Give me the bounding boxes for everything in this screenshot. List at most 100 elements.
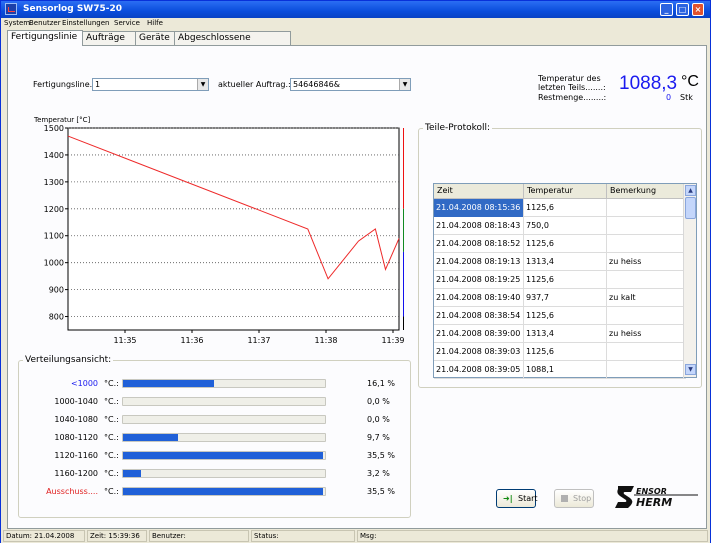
distribution-percent: 0,0 % (367, 415, 390, 424)
table-row[interactable]: 21.04.2008 08:38:54 1125,6 (434, 307, 686, 325)
start-button-label: Start (518, 494, 538, 503)
cell-bemerkung (607, 271, 684, 289)
start-arrow-icon: ➜| (503, 494, 513, 503)
tolerance-band-segment (403, 316, 404, 330)
minimize-icon[interactable]: _ (660, 3, 673, 16)
col-header-zeit[interactable]: Zeit (434, 184, 524, 199)
distribution-unit: °C.: (104, 433, 119, 442)
distribution-range: <1000 (70, 379, 98, 388)
tab-fertigungslinie[interactable]: Fertigungslinie (7, 30, 83, 46)
cell-bemerkung (607, 361, 684, 379)
distribution-unit: °C.: (104, 379, 119, 388)
distribution-range: Ausschuss.... (46, 487, 98, 496)
distribution-range: 1000-1040 (54, 397, 98, 406)
distribution-unit: °C.: (104, 451, 119, 460)
cell-temperatur: 750,0 (524, 217, 607, 235)
application-window: Sensorlog SW75-20 _ □ × System Benutzer … (0, 0, 711, 543)
x-tick-label: 11:38 (314, 336, 337, 345)
cell-temperatur: 937,7 (524, 289, 607, 307)
col-header-bemerkung[interactable]: Bemerkung (607, 184, 684, 199)
x-tick-label: 11:39 (381, 336, 404, 345)
cell-bemerkung: zu heiss (607, 325, 684, 343)
distribution-percent: 0,0 % (367, 397, 390, 406)
table-row[interactable]: 21.04.2008 08:18:52 1125,6 (434, 235, 686, 253)
menu-service[interactable]: Service (114, 19, 140, 27)
distribution-row: 1000-1040 °C.: 0,0 % (12, 395, 392, 409)
table-row[interactable]: 21.04.2008 08:19:13 1313,4 zu heiss (434, 253, 686, 271)
distribution-bar-track (122, 469, 326, 478)
distribution-bar (123, 452, 323, 459)
cell-zeit: 21.04.2008 08:39:05 (434, 361, 524, 379)
cell-zeit: 21.04.2008 08:19:13 (434, 253, 524, 271)
order-select-value: 54646846& (293, 80, 340, 89)
cell-temperatur: 1125,6 (524, 235, 607, 253)
scroll-up-icon[interactable]: ▲ (685, 185, 696, 196)
temperature-chart: 1500 1400 1300 1200 1100 1000 900 800 11:35 11:36… (44, 124, 404, 345)
distribution-bar (123, 434, 178, 441)
y-tick-label: 900 (49, 286, 64, 295)
cell-zeit: 21.04.2008 08:38:54 (434, 307, 524, 325)
table-row[interactable]: 21.04.2008 08:39:00 1313,4 zu heiss (434, 325, 686, 343)
cell-zeit: 21.04.2008 08:19:25 (434, 271, 524, 289)
table-row[interactable]: 21.04.2008 08:15:36 1125,6 (434, 199, 686, 217)
menu-system[interactable]: System (4, 19, 30, 27)
distribution-bar-track (122, 415, 326, 424)
cell-bemerkung (607, 307, 684, 325)
tab-geraete[interactable]: Geräte (135, 31, 175, 45)
cell-zeit: 21.04.2008 08:15:36 (434, 199, 524, 217)
distribution-percent: 35,5 % (367, 487, 395, 496)
distribution-bar-track (122, 397, 326, 406)
last-part-temp-unit: °C (681, 73, 699, 90)
last-part-temp-value: 1088,3 (619, 73, 678, 94)
start-button[interactable]: ➜| Start (496, 489, 538, 508)
scroll-thumb[interactable] (685, 197, 696, 219)
stop-button[interactable]: Stop (554, 489, 594, 508)
distribution-bar (123, 380, 214, 387)
distribution-range: 1080-1120 (54, 433, 98, 442)
cell-zeit: 21.04.2008 08:19:40 (434, 289, 524, 307)
chevron-down-icon[interactable]: ▼ (197, 79, 208, 90)
table-row[interactable]: 21.04.2008 08:39:05 1088,1 (434, 361, 686, 379)
scroll-down-icon[interactable]: ▼ (685, 364, 696, 375)
distribution-unit: °C.: (104, 415, 119, 424)
table-row[interactable]: 21.04.2008 08:19:25 1125,6 (434, 271, 686, 289)
table-row[interactable]: 21.04.2008 08:19:40 937,7 zu kalt (434, 289, 686, 307)
menu-einstellungen[interactable]: Einstellungen (62, 19, 109, 27)
cell-bemerkung (607, 235, 684, 253)
svg-text:ENSOR: ENSOR (636, 487, 667, 496)
maximize-icon[interactable]: □ (676, 3, 689, 16)
plot-area (67, 127, 400, 331)
app-icon (5, 3, 17, 15)
parts-protocol-title: Teile-Protokoll: (423, 123, 493, 133)
distribution-unit: °C.: (104, 487, 119, 496)
vertical-scrollbar[interactable]: ▲ ▼ (683, 184, 696, 377)
y-tick-label: 1000 (44, 259, 64, 268)
y-tick-label: 1500 (44, 124, 64, 133)
distribution-bar-track (122, 379, 326, 388)
cell-temperatur: 1125,6 (524, 271, 607, 289)
table-row[interactable]: 21.04.2008 08:18:43 750,0 (434, 217, 686, 235)
distribution-unit: °C.: (104, 469, 119, 478)
tab-abgeschlossene-auftraege[interactable]: Abgeschlossene Aufträge (174, 31, 291, 56)
cell-bemerkung (607, 199, 684, 217)
distribution-bar-track (122, 433, 326, 442)
menu-benutzer[interactable]: Benutzer (29, 19, 61, 27)
sensortherm-logo: ENSOR HERM (615, 486, 698, 509)
title-bar[interactable]: Sensorlog SW75-20 _ □ × (1, 1, 710, 18)
close-icon[interactable]: × (692, 3, 704, 16)
status-state: Status: (251, 530, 355, 542)
tab-auftraege[interactable]: Aufträge (82, 31, 136, 45)
order-label: aktueller Auftrag.: (218, 80, 291, 89)
distribution-bar-track (122, 487, 326, 496)
col-header-temperatur[interactable]: Temperatur (524, 184, 607, 199)
distribution-row: 1040-1080 °C.: 0,0 % (12, 413, 392, 427)
cell-zeit: 21.04.2008 08:18:52 (434, 235, 524, 253)
chevron-down-icon[interactable]: ▼ (399, 79, 410, 90)
cell-temperatur: 1125,6 (524, 199, 607, 217)
line-select[interactable]: 1 ▼ (92, 78, 209, 91)
menu-hilfe[interactable]: Hilfe (147, 19, 163, 27)
distribution-percent: 35,5 % (367, 451, 395, 460)
cell-temperatur: 1088,1 (524, 361, 607, 379)
order-select[interactable]: 54646846& ▼ (290, 78, 411, 91)
table-row[interactable]: 21.04.2008 08:39:03 1125,6 (434, 343, 686, 361)
